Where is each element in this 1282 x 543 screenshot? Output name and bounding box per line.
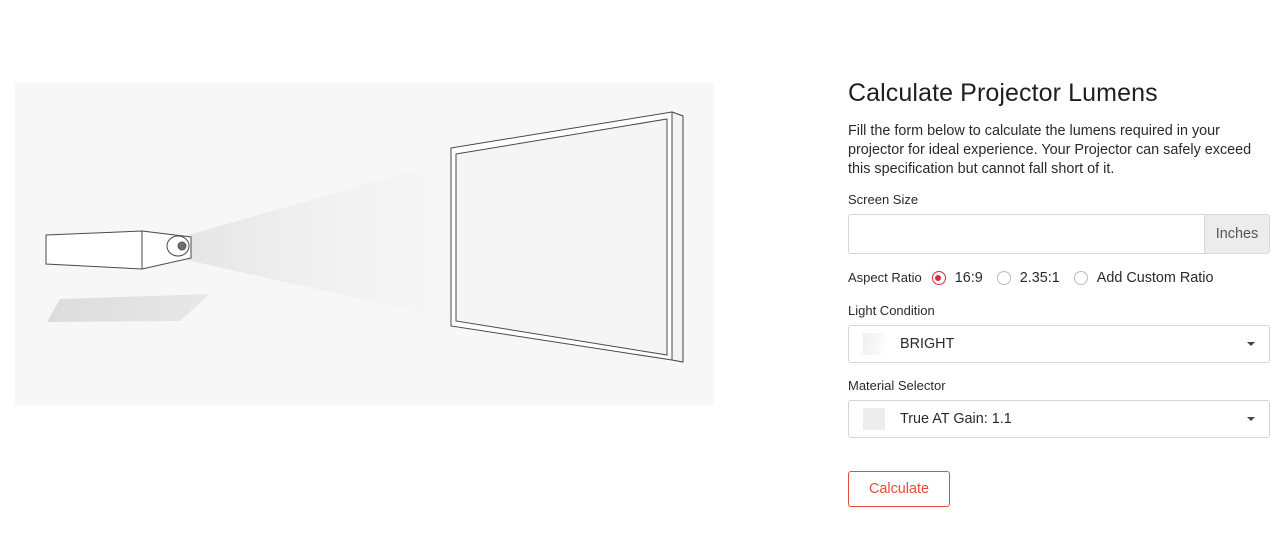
radio-unselected-icon[interactable] (996, 271, 1011, 285)
projection-screen (450, 111, 684, 363)
light-beam (178, 160, 451, 319)
page-title: Calculate Projector Lumens (848, 79, 1158, 107)
radio-unselected-icon[interactable] (1073, 271, 1088, 285)
aspect-ratio-option-label: Add Custom Ratio (1096, 270, 1214, 286)
screen-size-label: Screen Size (848, 192, 919, 207)
caret-down-icon (1247, 417, 1255, 421)
projector-shadow (47, 294, 210, 322)
lumens-form: Calculate Projector Lumens Fill the form… (848, 74, 1270, 507)
caret-down-icon (1247, 342, 1255, 346)
projector-illustration (15, 82, 714, 406)
material-selector-label: Material Selector (848, 378, 946, 393)
calculate-button[interactable]: Calculate (848, 471, 950, 507)
light-condition-label: Light Condition (848, 303, 935, 318)
material-swatch (863, 408, 885, 430)
aspect-ratio-label: Aspect Ratio (848, 270, 922, 285)
screen-size-group: Inches (848, 214, 1270, 254)
screen-size-input[interactable] (848, 214, 1204, 254)
projector (45, 230, 192, 270)
material-select[interactable]: True AT Gain: 1.1 (848, 400, 1270, 438)
light-condition-select[interactable]: BRIGHT (848, 325, 1270, 363)
screen-size-unit: Inches (1204, 214, 1270, 254)
aspect-ratio-option-label: 16:9 (954, 270, 983, 286)
form-description: Fill the form below to calculate the lum… (848, 123, 1252, 177)
material-value: True AT Gain: 1.1 (900, 411, 1012, 427)
radio-selected-icon[interactable] (931, 271, 946, 285)
light-condition-value: BRIGHT (900, 336, 955, 352)
projector-screen-illustration (45, 111, 684, 363)
aspect-ratio-option-label: 2.35:1 (1019, 270, 1060, 286)
aspect-ratio-option-2-35-1[interactable]: 2.35:1 (996, 270, 1060, 286)
light-condition-swatch (863, 333, 885, 355)
aspect-ratio-row: Aspect Ratio 16:9 2.35:1 Add Custom Rati… (848, 269, 1270, 287)
aspect-ratio-option-custom[interactable]: Add Custom Ratio (1073, 270, 1214, 286)
aspect-ratio-option-16-9[interactable]: 16:9 (931, 270, 983, 286)
page: Calculate Projector Lumens Fill the form… (0, 0, 1282, 543)
